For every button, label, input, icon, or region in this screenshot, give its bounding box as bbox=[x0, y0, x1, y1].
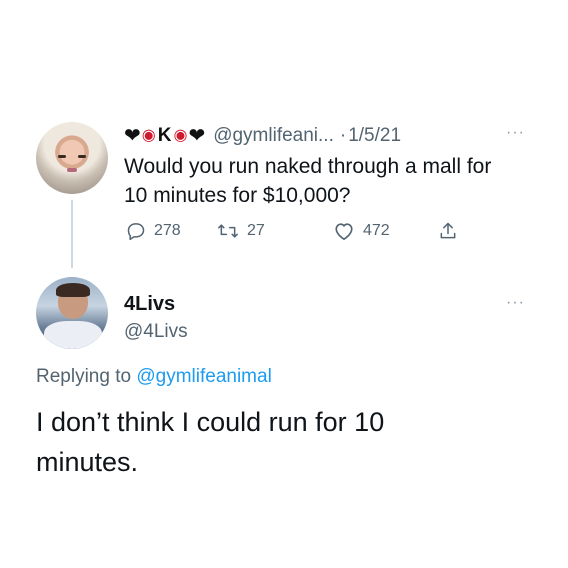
black-heart-icon: ❤ bbox=[124, 125, 141, 147]
replying-to: Replying to @gymlifeanimal bbox=[36, 366, 272, 388]
reply-icon bbox=[127, 223, 145, 241]
kiss-mark-icon: ◉ bbox=[141, 127, 156, 144]
separator-dot: · bbox=[339, 125, 347, 146]
avatar[interactable] bbox=[36, 122, 108, 194]
like-count: 472 bbox=[363, 222, 390, 239]
avatar-eye bbox=[78, 155, 86, 158]
avatar-shirt bbox=[44, 321, 102, 349]
avatar-hair bbox=[56, 283, 90, 297]
reply-text-line: I don’t think I could run for 10 bbox=[36, 407, 385, 437]
replying-to-label: Replying to bbox=[36, 366, 132, 387]
user-handle[interactable]: @gymlifeani... bbox=[213, 125, 334, 147]
reply-button[interactable]: 278 bbox=[126, 218, 181, 244]
more-options-icon[interactable]: ··· bbox=[506, 124, 525, 142]
reply-count: 278 bbox=[154, 222, 181, 239]
avatar-lips bbox=[67, 168, 77, 172]
reply-display-name[interactable]: 4Livs bbox=[124, 293, 175, 316]
display-name-letter[interactable]: K bbox=[158, 125, 172, 147]
retweet-count: 27 bbox=[247, 222, 265, 239]
reply-text: I don’t think I could run for 10 minutes… bbox=[36, 402, 516, 482]
heart-icon bbox=[335, 223, 353, 240]
avatar-eye bbox=[58, 155, 66, 158]
retweet-icon bbox=[218, 224, 238, 238]
thread-line bbox=[71, 200, 73, 268]
like-button[interactable]: 472 bbox=[333, 218, 390, 244]
share-button[interactable] bbox=[438, 218, 466, 244]
tweet-text: Would you run naked through a mall for 1… bbox=[124, 152, 544, 210]
reply-handle[interactable]: @4Livs bbox=[124, 321, 188, 343]
tweet-header: ❤ ◉ K ◉ ❤ @gymlifeani... · 1/5/21 bbox=[124, 124, 401, 148]
more-options-icon[interactable]: ··· bbox=[506, 294, 525, 312]
retweet-button[interactable]: 27 bbox=[217, 218, 265, 244]
replying-to-mention[interactable]: @gymlifeanimal bbox=[136, 366, 271, 387]
reply-text-line: minutes. bbox=[36, 447, 139, 477]
black-heart-icon: ❤ bbox=[188, 125, 206, 147]
kiss-mark-icon: ◉ bbox=[173, 127, 188, 144]
share-icon bbox=[440, 222, 456, 239]
avatar[interactable] bbox=[36, 277, 108, 349]
tweet-text-line: Would you run naked through a mall for bbox=[124, 155, 492, 178]
tweet-date[interactable]: 1/5/21 bbox=[348, 125, 401, 147]
tweet-text-line: 10 minutes for $10,000? bbox=[124, 184, 351, 207]
